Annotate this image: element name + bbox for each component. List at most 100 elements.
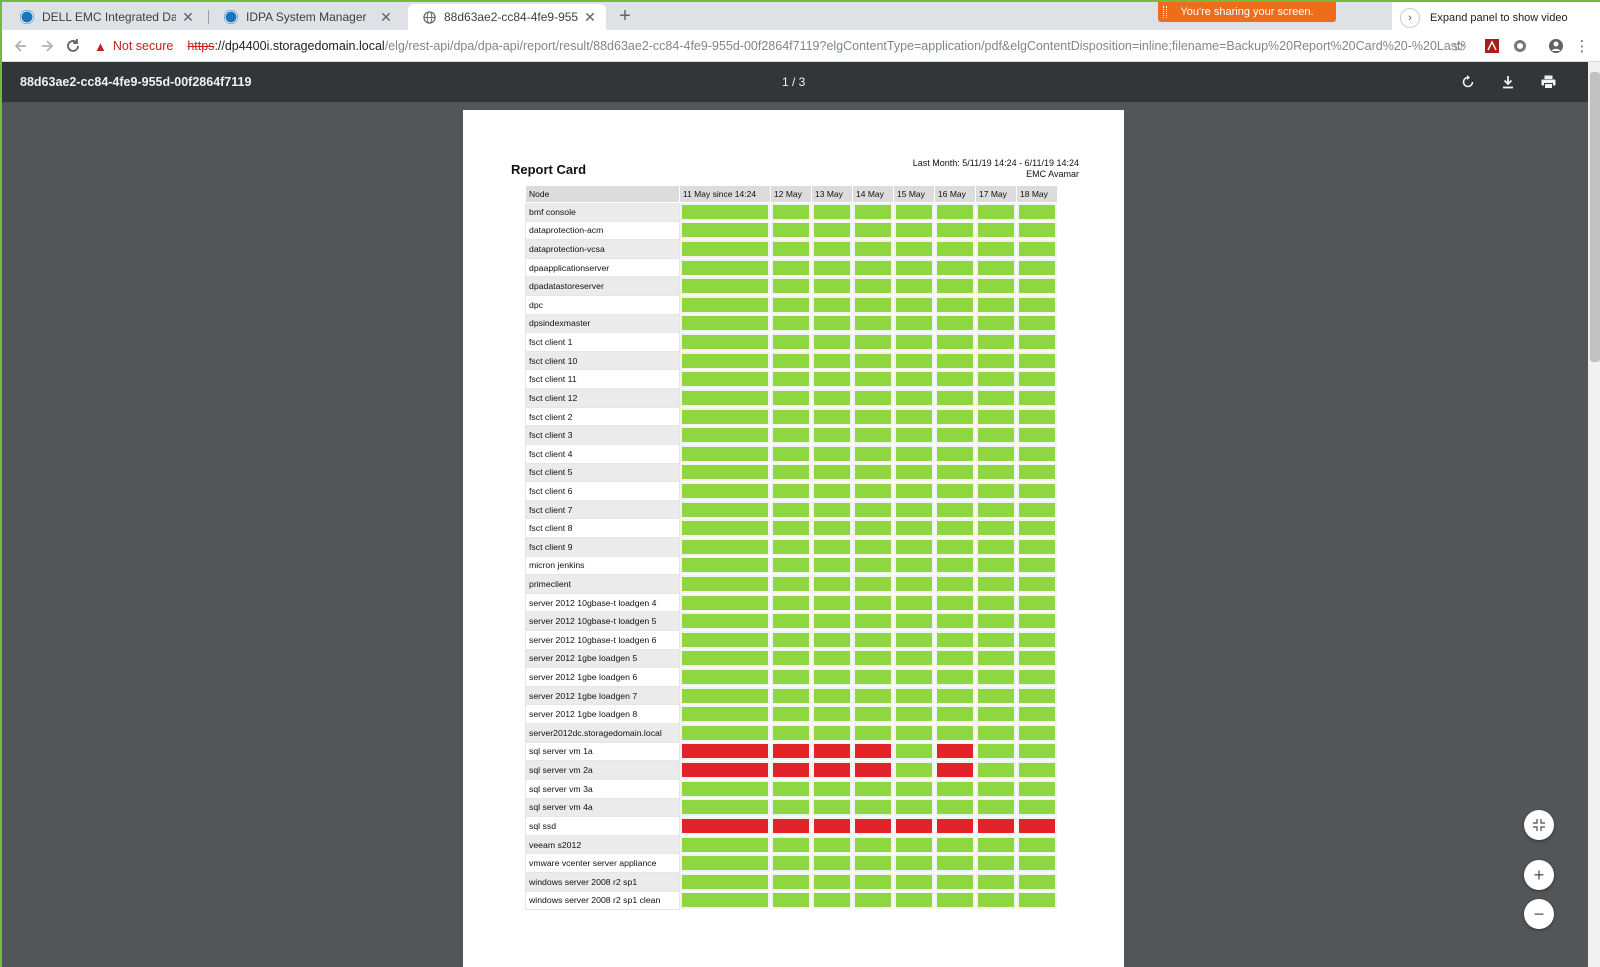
status-cell <box>975 518 1017 538</box>
status-cell <box>770 239 812 259</box>
column-header-day: 17 May <box>975 185 1017 203</box>
status-ok-bar <box>814 242 850 257</box>
menu-dots-icon[interactable]: ⋮ <box>1572 36 1592 56</box>
status-cell <box>893 443 935 464</box>
download-icon[interactable] <box>1498 72 1518 92</box>
report-period: Last Month: 5/11/19 14:24 - 6/11/19 14:2… <box>912 158 1079 168</box>
status-cell <box>893 834 935 855</box>
node-name: dataprotection-vcsa <box>525 239 680 259</box>
status-ok-bar <box>1019 521 1055 536</box>
status-ok-bar <box>773 632 809 647</box>
status-ok-bar <box>855 428 891 443</box>
chevron-right-icon[interactable]: › <box>1400 8 1420 28</box>
status-ok-bar <box>814 874 850 889</box>
vertical-scrollbar[interactable] <box>1588 62 1600 967</box>
fit-page-icon[interactable] <box>1524 810 1554 840</box>
status-cell <box>811 574 853 594</box>
status-ok-bar <box>814 204 850 219</box>
status-cell <box>770 871 812 892</box>
status-ok-bar <box>855 465 891 480</box>
status-ok-bar <box>978 688 1014 703</box>
pdf-page: Report Card Last Month: 5/11/19 14:24 - … <box>463 110 1124 967</box>
node-name: fsct client 8 <box>525 518 680 538</box>
arrow-left-icon[interactable] <box>8 33 34 59</box>
arrow-right-icon[interactable] <box>34 33 60 59</box>
status-cell <box>975 239 1017 259</box>
table-row: server 2012 1gbe loadgen 6 <box>525 667 1058 687</box>
status-cell <box>975 816 1017 836</box>
node-name: sql ssd <box>525 816 680 836</box>
status-cell <box>852 834 894 855</box>
status-cell <box>893 648 935 669</box>
status-ok-bar <box>937 353 973 368</box>
status-cell <box>934 332 976 352</box>
status-cell <box>893 332 935 352</box>
status-cell <box>1016 499 1058 520</box>
warning-triangle-icon[interactable]: ▲ <box>94 39 107 54</box>
status-ok-bar <box>937 297 973 312</box>
zoom-in-icon[interactable]: + <box>1524 860 1554 890</box>
status-ok-bar <box>814 316 850 331</box>
status-cell <box>852 871 894 892</box>
status-fail-bar <box>978 818 1014 833</box>
status-cell <box>975 648 1017 669</box>
status-cell <box>975 611 1017 632</box>
extension-icon[interactable] <box>1510 36 1530 56</box>
print-icon[interactable] <box>1538 72 1558 92</box>
node-name: server2012dc.storagedomain.local <box>525 723 680 743</box>
status-ok-bar <box>773 260 809 275</box>
table-row: fsct client 7 <box>525 499 1058 520</box>
status-cell <box>679 536 771 557</box>
screen-sharing-banner[interactable]: You're sharing your screen. <box>1158 2 1336 22</box>
status-cell <box>811 871 853 892</box>
profile-avatar-icon[interactable] <box>1546 36 1566 56</box>
status-cell <box>1016 778 1058 799</box>
status-ok-bar <box>978 372 1014 387</box>
status-cell <box>679 313 771 334</box>
status-ok-bar <box>978 260 1014 275</box>
status-cell <box>934 481 976 501</box>
drag-handle-icon[interactable] <box>1163 6 1167 18</box>
status-cell <box>770 425 812 445</box>
tab-idpa-system-manager[interactable]: IDPA System Manager ✕ <box>210 4 402 30</box>
status-cell <box>893 592 935 613</box>
status-ok-bar <box>937 688 973 703</box>
status-ok-bar <box>1019 781 1055 796</box>
node-name: server 2012 1gbe loadgen 6 <box>525 667 680 687</box>
zoom-out-icon[interactable]: − <box>1524 899 1554 929</box>
node-name: fsct client 3 <box>525 425 680 445</box>
status-ok-bar <box>773 521 809 536</box>
scrollbar-thumb[interactable] <box>1590 72 1600 362</box>
status-cell <box>1016 667 1058 687</box>
status-cell <box>852 518 894 538</box>
close-tab-icon[interactable]: ✕ <box>378 9 394 26</box>
close-tab-icon[interactable]: ✕ <box>180 9 196 26</box>
reload-icon[interactable] <box>60 33 86 59</box>
status-cell <box>1016 257 1058 278</box>
status-cell <box>679 834 771 855</box>
address-bar[interactable]: ▲ Not secure https ://dp4400i.storagedom… <box>94 34 1466 58</box>
status-ok-bar <box>682 502 768 517</box>
security-label[interactable]: Not secure <box>113 39 173 53</box>
acrobat-extension-icon[interactable] <box>1482 36 1502 56</box>
new-tab-plus-icon[interactable]: + <box>614 6 636 28</box>
status-cell <box>893 220 935 241</box>
column-header-day: 16 May <box>934 185 976 203</box>
status-cell <box>893 313 935 334</box>
status-cell <box>1016 834 1058 855</box>
status-cell <box>679 648 771 669</box>
status-cell <box>679 816 771 836</box>
rotate-icon[interactable] <box>1458 72 1478 92</box>
status-cell <box>679 704 771 725</box>
status-ok-bar <box>682 856 768 871</box>
status-cell <box>1016 481 1058 501</box>
node-name: dpaapplicationserver <box>525 257 680 278</box>
browser-window: DELL EMC Integrated Data Protec ✕ IDPA S… <box>0 0 1600 967</box>
star-icon[interactable]: ☆ <box>1449 36 1469 56</box>
status-cell <box>934 611 976 632</box>
close-tab-icon[interactable]: ✕ <box>582 9 598 26</box>
table-row: fsct client 11 <box>525 369 1058 390</box>
status-ok-bar <box>814 335 850 350</box>
tab-dell-emc[interactable]: DELL EMC Integrated Data Protec ✕ <box>6 4 204 30</box>
tab-pdf-report[interactable]: 88d63ae2-cc84-4fe9-955d-00f28 ✕ <box>408 4 606 30</box>
